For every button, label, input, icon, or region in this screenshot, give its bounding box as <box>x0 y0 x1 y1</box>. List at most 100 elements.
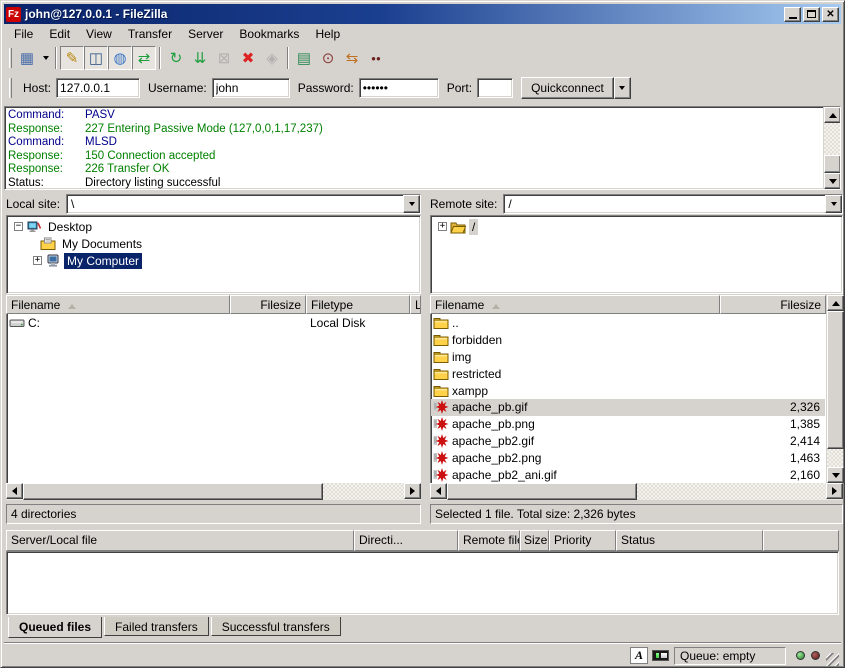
log-vertical-scrollbar[interactable] <box>823 107 840 189</box>
scroll-track[interactable] <box>323 483 404 500</box>
speed-limits-icon[interactable] <box>652 650 669 661</box>
scroll-down-button[interactable] <box>827 467 844 483</box>
quickconnect-button[interactable]: Quickconnect <box>521 77 614 99</box>
tree-item-my-documents[interactable]: My Documents <box>9 235 418 252</box>
refresh-icon[interactable]: ↻ <box>164 46 188 70</box>
scroll-thumb[interactable] <box>447 483 637 500</box>
expand-icon[interactable]: + <box>438 222 447 231</box>
scroll-up-button[interactable] <box>824 107 841 123</box>
remote-file-list[interactable]: .. forbidden img restricted xampp apache… <box>430 314 826 483</box>
transfer-queue-list[interactable] <box>6 551 839 615</box>
message-log[interactable]: Command:PASV Response:227 Entering Passi… <box>4 106 841 190</box>
list-item[interactable]: restricted <box>431 365 825 382</box>
local-horizontal-scrollbar[interactable] <box>6 483 421 500</box>
quickconnect-dropdown[interactable] <box>614 77 631 99</box>
maximize-button[interactable] <box>803 7 820 22</box>
remote-directory-tree[interactable]: + / <box>430 215 843 294</box>
toggle-message-log-icon[interactable]: ✎ <box>60 46 84 70</box>
scroll-down-button[interactable] <box>824 173 841 189</box>
toggle-local-tree-icon[interactable]: ◫ <box>84 46 108 70</box>
column-header-filesize[interactable]: Filesize <box>720 295 826 314</box>
list-item-selected[interactable]: apache_pb.gif2,326 <box>431 399 825 416</box>
toggle-remote-tree-icon[interactable]: ◍ <box>108 46 132 70</box>
menu-view[interactable]: View <box>78 25 120 43</box>
column-header-remote-file[interactable]: Remote file <box>458 530 520 551</box>
tab-successful-transfers[interactable]: Successful transfers <box>211 617 341 636</box>
site-manager-dropdown[interactable] <box>39 46 52 70</box>
scroll-left-button[interactable] <box>430 483 447 499</box>
list-item[interactable]: forbidden <box>431 332 825 349</box>
resize-grip[interactable] <box>826 653 839 666</box>
menu-server[interactable]: Server <box>180 25 231 43</box>
column-header-filesize[interactable]: Filesize <box>230 295 306 314</box>
local-directory-tree[interactable]: − Desktop My Documents + My Computer <box>6 215 421 294</box>
menu-transfer[interactable]: Transfer <box>120 25 180 43</box>
filename-filters-icon[interactable]: ⊙ <box>316 46 340 70</box>
local-site-dropdown[interactable] <box>403 195 420 213</box>
scroll-right-button[interactable] <box>826 483 843 499</box>
column-header-status[interactable]: Status <box>616 530 763 551</box>
remote-vertical-scrollbar[interactable] <box>826 295 843 483</box>
column-header-size[interactable]: Size <box>520 530 549 551</box>
username-input[interactable] <box>212 78 290 98</box>
menu-bookmarks[interactable]: Bookmarks <box>231 25 307 43</box>
quickconnect-grip[interactable] <box>9 78 12 98</box>
local-site-combo[interactable]: \ <box>66 194 421 214</box>
tab-queued-files[interactable]: Queued files <box>8 617 102 638</box>
scroll-track[interactable] <box>637 483 826 500</box>
process-queue-icon[interactable]: ⇊ <box>188 46 212 70</box>
local-file-list[interactable]: C: Local Disk <box>6 314 421 483</box>
list-item[interactable]: apache_pb2.gif2,414 <box>431 433 825 450</box>
image-file-icon <box>433 450 449 466</box>
list-item[interactable]: apache_pb2.png1,463 <box>431 449 825 466</box>
password-input[interactable] <box>359 78 439 98</box>
minimize-button[interactable] <box>784 7 801 22</box>
list-item[interactable]: apache_pb.png1,385 <box>431 416 825 433</box>
column-header-filetype[interactable]: Filetype <box>306 295 410 314</box>
menu-file[interactable]: File <box>6 25 41 43</box>
synchronized-browsing-icon[interactable]: ⇆ <box>340 46 364 70</box>
queue-header: Server/Local file Directi... Remote file… <box>6 530 839 551</box>
list-item[interactable]: img <box>431 349 825 366</box>
column-header-filename[interactable]: Filename <box>6 295 230 314</box>
close-button[interactable]: ✕ <box>822 7 839 22</box>
column-header-direction[interactable]: Directi... <box>354 530 458 551</box>
scroll-track[interactable] <box>824 123 840 155</box>
scroll-left-button[interactable] <box>6 483 23 499</box>
expand-icon[interactable]: + <box>33 256 42 265</box>
scroll-track[interactable] <box>827 449 843 467</box>
tab-failed-transfers[interactable]: Failed transfers <box>104 617 209 636</box>
tree-item-my-computer[interactable]: + My Computer <box>9 252 418 269</box>
scroll-thumb[interactable] <box>827 311 844 449</box>
menu-help[interactable]: Help <box>307 25 348 43</box>
remote-site-dropdown[interactable] <box>825 195 842 213</box>
scroll-right-button[interactable] <box>404 483 421 499</box>
scroll-up-button[interactable] <box>827 295 844 311</box>
column-header-server-local-file[interactable]: Server/Local file <box>6 530 354 551</box>
directory-comparison-icon[interactable]: ▤ <box>292 46 316 70</box>
ascii-data-type-icon[interactable]: A <box>630 647 648 664</box>
port-input[interactable] <box>477 78 513 98</box>
site-manager-icon[interactable]: ▦ <box>15 46 39 70</box>
column-header-filename[interactable]: Filename <box>430 295 720 314</box>
title-bar[interactable]: Fz john@127.0.0.1 - FileZilla ✕ <box>4 4 841 24</box>
toolbar-grip[interactable] <box>9 48 12 68</box>
column-header-priority[interactable]: Priority <box>549 530 616 551</box>
disconnect-icon[interactable]: ✖ <box>236 46 260 70</box>
scroll-thumb[interactable] <box>824 155 841 173</box>
list-item[interactable]: apache_pb2_ani.gif2,160 <box>431 466 825 483</box>
list-item-drive-c[interactable]: C: Local Disk <box>7 315 420 332</box>
toggle-transfer-queue-icon[interactable]: ⇄ <box>132 46 156 70</box>
scroll-thumb[interactable] <box>23 483 323 500</box>
tree-item-desktop[interactable]: − Desktop <box>9 218 418 235</box>
remote-horizontal-scrollbar[interactable] <box>430 483 843 500</box>
list-item[interactable]: .. <box>431 315 825 332</box>
column-header-last-modified[interactable]: L <box>410 295 421 314</box>
tree-item-root[interactable]: + / <box>433 218 840 235</box>
collapse-icon[interactable]: − <box>14 222 23 231</box>
list-item[interactable]: xampp <box>431 382 825 399</box>
host-input[interactable] <box>56 78 140 98</box>
menu-edit[interactable]: Edit <box>41 25 78 43</box>
find-files-icon[interactable]: ●● <box>364 46 388 70</box>
remote-site-combo[interactable]: / <box>503 194 843 214</box>
